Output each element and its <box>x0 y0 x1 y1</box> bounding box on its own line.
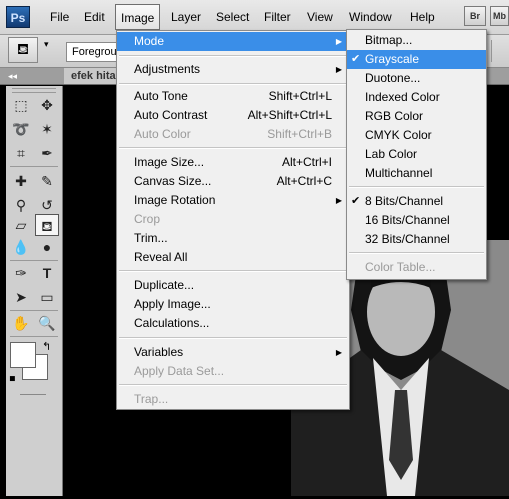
hand-tool-icon[interactable]: ✋ <box>9 312 33 334</box>
menu-separator <box>119 147 347 149</box>
mode-bitmap[interactable]: Bitmap... <box>347 31 486 50</box>
menu-select[interactable]: Select <box>216 0 249 34</box>
image-menu-image-size[interactable]: Image Size... Alt+Ctrl+I <box>117 153 349 172</box>
photoshop-logo: Ps <box>6 6 30 28</box>
mode-submenu: Bitmap... ✔ Grayscale Duotone... Indexed… <box>346 29 487 280</box>
mode-lab-color[interactable]: Lab Color <box>347 145 486 164</box>
menu-image[interactable]: Image <box>115 4 161 30</box>
menu-edit[interactable]: Edit <box>84 0 105 34</box>
lasso-tool-icon[interactable]: ➰ <box>9 118 33 140</box>
submenu-arrow-icon: ▶ <box>335 65 342 74</box>
image-menu-reveal-all[interactable]: Reveal All <box>117 248 349 267</box>
mini-bridge-button[interactable]: Mb <box>490 6 509 26</box>
mode-32-bits-channel[interactable]: 32 Bits/Channel <box>347 230 486 249</box>
menu-filter[interactable]: Filter <box>264 0 291 34</box>
quick-mask-button[interactable] <box>20 394 46 395</box>
image-menu-trim[interactable]: Trim... <box>117 229 349 248</box>
mode-color-table: Color Table... <box>365 260 436 274</box>
mode-16-bits-channel[interactable]: 16 Bits/Channel <box>347 211 486 230</box>
collapse-panel-icon[interactable]: ◂◂ <box>8 68 17 84</box>
image-menu-mode[interactable]: Mode ▶ <box>117 32 349 51</box>
image-menu-auto-tone[interactable]: Auto Tone Shift+Ctrl+L <box>117 87 349 106</box>
image-menu-auto-contrast[interactable]: Auto Contrast Alt+Shift+Ctrl+L <box>117 106 349 125</box>
submenu-arrow-icon: ▶ <box>335 348 342 357</box>
image-menu-canvas-size[interactable]: Canvas Size... Alt+Ctrl+C <box>117 172 349 191</box>
menu-separator <box>119 384 347 386</box>
menu-file[interactable]: File <box>50 0 69 34</box>
mode-multichannel[interactable]: Multichannel <box>347 164 486 183</box>
crop-tool-icon[interactable]: ⌗ <box>9 142 33 164</box>
image-menu-apply-data-set: Apply Data Set... <box>134 364 225 378</box>
paint-bucket-tool-icon[interactable]: ⛾ <box>35 214 59 236</box>
menu-separator <box>119 55 347 57</box>
menu-separator <box>349 252 484 254</box>
mode-indexed-color[interactable]: Indexed Color <box>347 88 486 107</box>
checkmark-icon: ✔ <box>351 195 361 207</box>
mode-rgb-color[interactable]: RGB Color <box>347 107 486 126</box>
pen-tool-icon[interactable]: ✑ <box>9 262 33 284</box>
fill-source-select[interactable]: Foregrou <box>66 42 118 62</box>
document-tab-title: efek hita <box>71 70 116 82</box>
image-menu-auto-color: Auto Color Shift+Ctrl+B <box>134 127 332 141</box>
bridge-button[interactable]: Br <box>464 6 486 26</box>
panel-grip[interactable] <box>12 88 56 93</box>
menu-layer[interactable]: Layer <box>171 0 201 34</box>
menu-view[interactable]: View <box>307 0 333 34</box>
menu-separator <box>119 270 347 272</box>
image-menu-calculations[interactable]: Calculations... <box>117 314 349 333</box>
tool-divider <box>10 166 58 167</box>
default-colors-icon[interactable]: ◾ <box>9 373 16 384</box>
mode-duotone[interactable]: Duotone... <box>347 69 486 88</box>
tool-divider <box>10 260 58 261</box>
image-menu-image-rotation[interactable]: Image Rotation ▶ <box>117 191 349 210</box>
options-bar-end <box>491 40 506 62</box>
preset-chevron-down-icon[interactable]: ▾ <box>44 39 49 50</box>
image-menu-apply-image[interactable]: Apply Image... <box>117 295 349 314</box>
image-menu-variables[interactable]: Variables ▶ <box>117 343 349 362</box>
image-menu-trap: Trap... <box>134 392 169 406</box>
tools-panel: ⬚ ✥ ➰ ✶ ⌗ ✒ ✚ ✎ ⚲ ↺ ▱ ⛾ 💧 ● ✑ T ➤ ▭ ✋ 🔍 … <box>6 86 63 496</box>
zoom-tool-icon[interactable]: 🔍 <box>35 312 59 334</box>
history-brush-tool-icon[interactable]: ↺ <box>35 194 59 216</box>
magic-wand-tool-icon[interactable]: ✶ <box>35 118 59 140</box>
menu-separator <box>119 337 347 339</box>
swap-colors-icon[interactable]: ↰ <box>42 340 51 353</box>
shape-tool-icon[interactable]: ▭ <box>35 286 59 308</box>
submenu-arrow-icon: ▶ <box>335 196 342 205</box>
image-menu-duplicate[interactable]: Duplicate... <box>117 276 349 295</box>
path-selection-tool-icon[interactable]: ➤ <box>9 286 33 308</box>
eraser-tool-icon[interactable]: ▱ <box>9 214 33 236</box>
mode-grayscale[interactable]: ✔ Grayscale <box>347 50 486 69</box>
paint-bucket-preset-icon[interactable]: ⛾ <box>8 37 38 63</box>
healing-brush-tool-icon[interactable]: ✚ <box>9 170 33 192</box>
image-menu-adjustments[interactable]: Adjustments ▶ <box>117 60 349 79</box>
mode-8-bits-channel[interactable]: ✔ 8 Bits/Channel <box>347 192 486 211</box>
menu-separator <box>119 83 347 85</box>
dodge-tool-icon[interactable]: ● <box>35 236 59 258</box>
image-menu-crop: Crop <box>134 212 161 226</box>
document-tab[interactable]: efek hita <box>64 68 123 84</box>
image-menu-dropdown: Mode ▶ Adjustments ▶ Auto Tone Shift+Ctr… <box>116 30 350 410</box>
blur-tool-icon[interactable]: 💧 <box>9 236 33 258</box>
foreground-color-swatch[interactable] <box>10 342 36 368</box>
checkmark-icon: ✔ <box>351 53 361 65</box>
move-tool-icon[interactable]: ✥ <box>35 94 59 116</box>
clone-stamp-tool-icon[interactable]: ⚲ <box>9 194 33 216</box>
type-tool-icon[interactable]: T <box>35 262 59 284</box>
tool-divider <box>10 310 58 311</box>
mode-cmyk-color[interactable]: CMYK Color <box>347 126 486 145</box>
brush-tool-icon[interactable]: ✎ <box>35 170 59 192</box>
tool-divider <box>10 336 58 337</box>
menu-separator <box>349 186 484 188</box>
eyedropper-tool-icon[interactable]: ✒ <box>35 142 59 164</box>
submenu-arrow-icon: ▶ <box>335 37 342 46</box>
marquee-tool-icon[interactable]: ⬚ <box>9 94 33 116</box>
